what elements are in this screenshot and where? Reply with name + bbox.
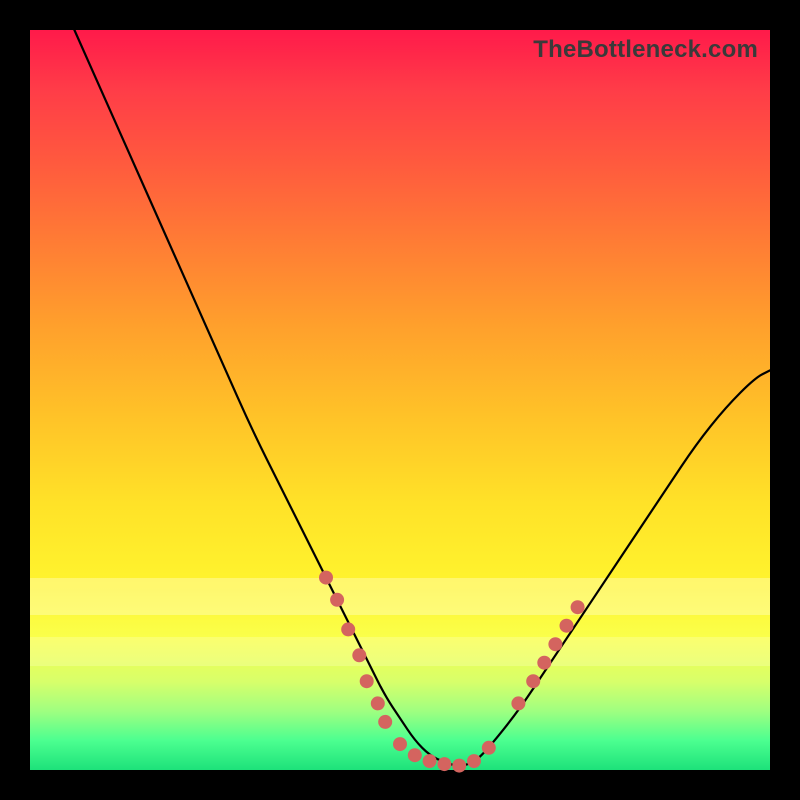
highlight-dot [452,759,466,773]
highlight-dot [571,600,585,614]
highlight-dot [526,674,540,688]
highlight-dot [560,619,574,633]
bottleneck-curve [74,30,770,765]
highlight-dot [371,696,385,710]
curve-svg [30,30,770,770]
highlight-dot [408,748,422,762]
plot-area: TheBottleneck.com [30,30,770,770]
outer-frame: TheBottleneck.com [0,0,800,800]
highlight-dot [482,741,496,755]
highlight-dot [378,715,392,729]
highlight-dot [423,754,437,768]
highlight-dot [341,622,355,636]
highlight-dot [319,571,333,585]
highlight-dot [548,637,562,651]
highlight-dot [537,656,551,670]
highlight-dot [352,648,366,662]
highlight-dot [467,754,481,768]
highlight-dot [393,737,407,751]
highlight-dot [330,593,344,607]
highlight-dot [360,674,374,688]
highlight-dot [437,757,451,771]
highlight-dot [511,696,525,710]
